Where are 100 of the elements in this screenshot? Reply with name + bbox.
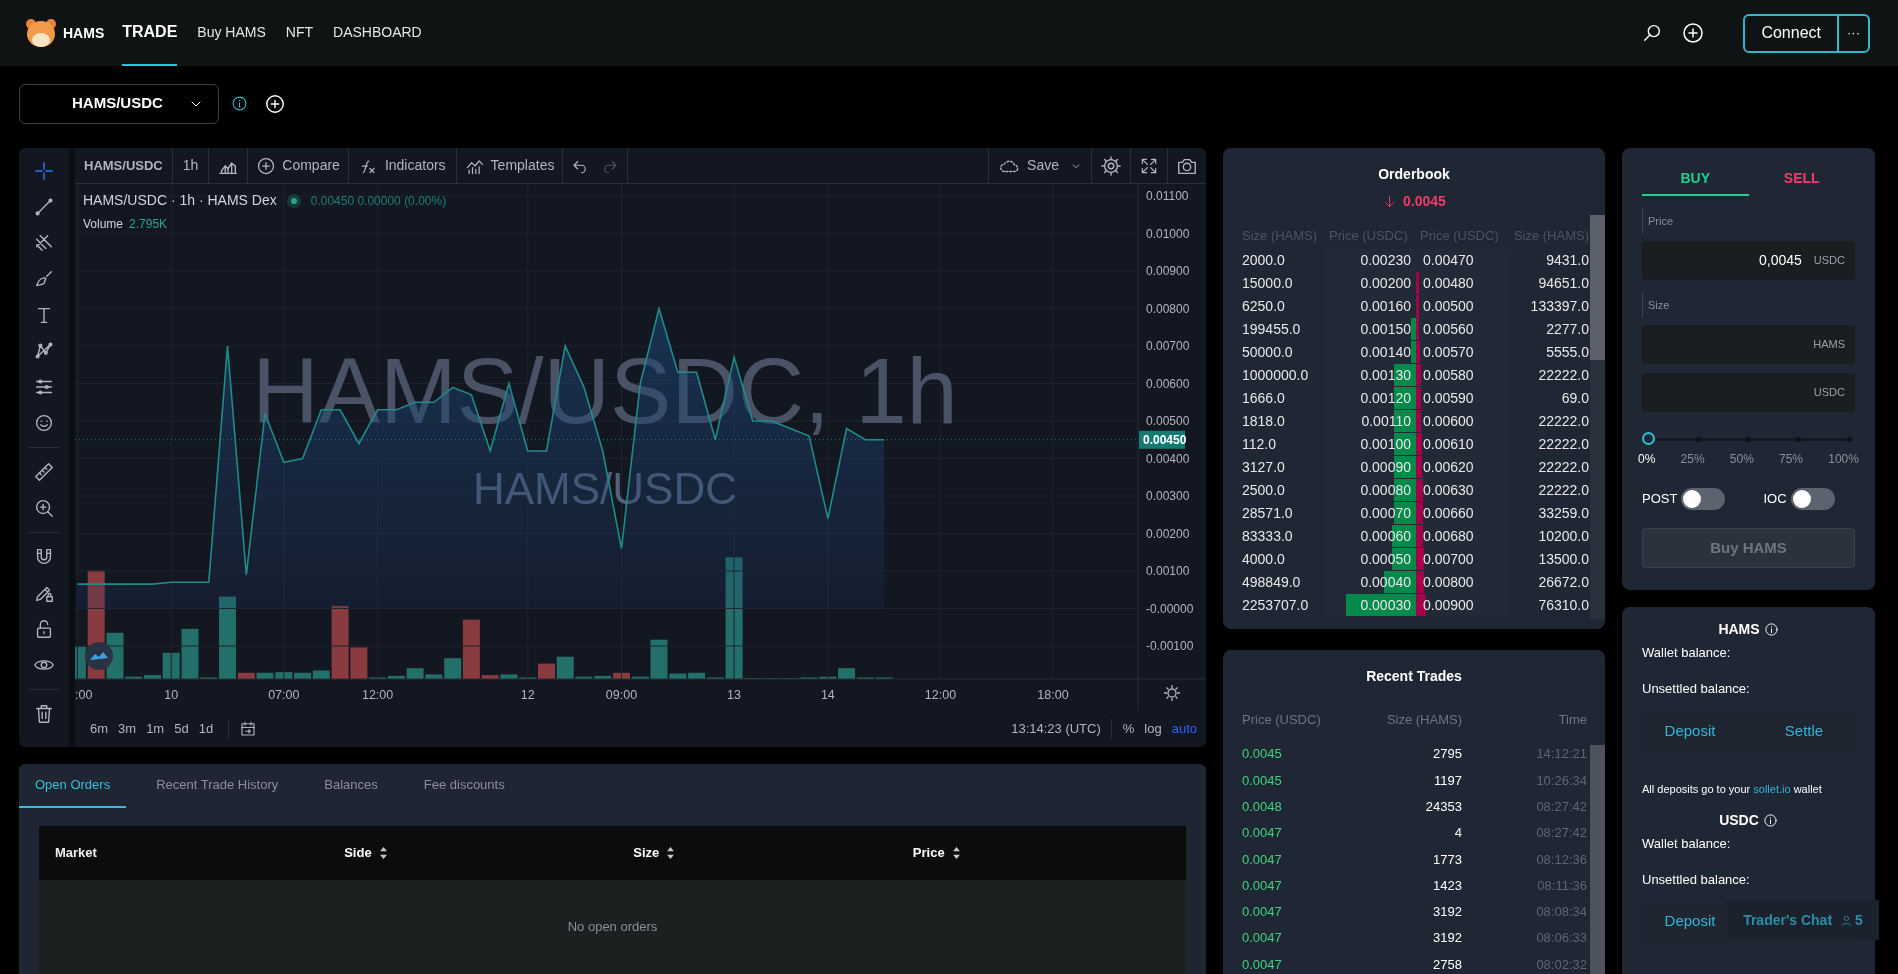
table-cell-text: 2500.0 <box>1242 481 1286 500</box>
range-button[interactable]: 1m <box>141 718 170 739</box>
column-header: Price (USDC) <box>1242 711 1322 730</box>
table-cell-text: 28571.0 <box>1242 504 1294 523</box>
table-cell-text: 22222.0 <box>1537 481 1589 500</box>
tab[interactable]: SELL <box>1748 162 1855 196</box>
toggle-switch[interactable] <box>1790 488 1835 510</box>
info-icon[interactable] <box>1762 812 1778 828</box>
user-icon <box>1840 913 1854 927</box>
wallet-balance-label: Wallet balance: <box>1642 645 1731 660</box>
total-field[interactable]: USDC <box>1642 373 1855 412</box>
balance-action-button[interactable]: Deposit <box>1653 709 1727 753</box>
slider-thumb[interactable] <box>1642 432 1655 445</box>
table-cell-text: 22222.0 <box>1537 458 1589 477</box>
chart-logo-icon[interactable] <box>85 642 113 670</box>
table-cell-text: 08:11:36 <box>1536 876 1587 895</box>
table-cell-text: 3192 <box>1432 903 1462 922</box>
save-button[interactable]: Save <box>989 154 1091 177</box>
interval-button[interactable]: 1h <box>172 155 209 176</box>
column-header[interactable]: Size <box>633 843 660 863</box>
last-price-label: 0.00450 <box>1139 430 1187 449</box>
connect-button[interactable]: Connect <box>1745 15 1837 51</box>
nav-link[interactable]: NFT <box>285 0 314 66</box>
wallet-link[interactable]: sollet.io <box>1753 783 1791 795</box>
market-selector[interactable]: HAMS/USDC <box>19 83 219 124</box>
table-cell-text: 83333.0 <box>1242 527 1294 546</box>
table-cell-text: 0.00230 <box>1360 251 1411 270</box>
traders-chat-button[interactable]: Trader's Chat 5 <box>1727 900 1879 940</box>
volume-value: 2.795K <box>129 216 168 233</box>
table-cell-text: 0.00080 <box>1360 481 1411 500</box>
table-cell-text: 10200.0 <box>1537 527 1589 546</box>
symbol-button[interactable]: HAMS/USDC <box>75 155 172 176</box>
table-cell-text: 22222.0 <box>1537 412 1589 431</box>
table-cell-text: 1818.0 <box>1242 412 1286 431</box>
calendar-icon[interactable] <box>239 719 258 738</box>
compare-button[interactable]: Compare <box>248 155 348 176</box>
table-cell-text: 3127.0 <box>1242 458 1286 477</box>
unsettled-balance-label: Unsettled balance: <box>1642 871 1750 887</box>
table-cell-text: 112.0 <box>1242 435 1277 454</box>
range-button[interactable]: 1d <box>193 718 219 739</box>
animal-head-icon[interactable] <box>24 16 58 50</box>
brand-name[interactable]: HAMS <box>63 22 105 44</box>
info-icon[interactable] <box>1763 622 1779 637</box>
axis-tick-label: -0.00000 <box>1146 601 1194 616</box>
column-header[interactable]: Side <box>344 843 372 863</box>
price-field[interactable]: 0,0045 USDC <box>1642 241 1855 280</box>
axis-tick-label: 0.01100 <box>1146 189 1189 203</box>
more-button[interactable]: ··· <box>1837 15 1868 51</box>
table-cell-text: 0.00070 <box>1360 504 1411 523</box>
legend-values: 0.00450 0.00000 (0.00%) <box>310 192 447 210</box>
range-button[interactable]: 6m <box>85 718 114 739</box>
table-cell-text: 0.00120 <box>1360 389 1411 408</box>
add-circle-icon[interactable] <box>264 92 286 115</box>
tab[interactable]: Open Orders <box>19 764 127 808</box>
sort-icon[interactable] <box>666 847 676 859</box>
templates-button[interactable]: Templates <box>456 155 563 176</box>
info-icon[interactable] <box>231 95 248 112</box>
panel-title: Orderbook <box>1378 165 1450 184</box>
table-cell-text: 0.00040 <box>1360 573 1411 592</box>
nav-link[interactable]: DASHBOARD <box>333 0 422 66</box>
add-circle-icon <box>256 155 277 176</box>
table-cell-text: 08:12:36 <box>1535 850 1587 869</box>
pitchfork-icon <box>33 232 55 254</box>
table-cell-text: 1197 <box>1433 771 1462 790</box>
size-field[interactable]: HAMS <box>1642 325 1855 364</box>
range-button[interactable]: 5d <box>169 718 194 739</box>
slider-mark-label: 50% <box>1729 451 1754 468</box>
currency-title: HAMS <box>1718 620 1760 639</box>
tab[interactable]: Recent Trade History <box>140 764 295 808</box>
scale-button[interactable]: % <box>1117 718 1140 739</box>
nav-link[interactable]: TRADE <box>122 0 178 66</box>
axis-tick-label: 12:00 <box>924 688 957 702</box>
tab[interactable]: Fee discounts <box>407 764 521 808</box>
column-header: Time <box>1557 711 1587 730</box>
settings-icon[interactable] <box>1163 684 1181 702</box>
add-circle-icon[interactable] <box>1681 21 1706 45</box>
table-cell-text: 24353 <box>1424 798 1462 816</box>
scrollbar-thumb[interactable] <box>1590 745 1605 974</box>
tab[interactable]: Balances <box>308 764 394 808</box>
tab[interactable]: BUY <box>1642 162 1749 196</box>
sort-icon[interactable] <box>378 847 388 859</box>
table-cell-text: 0.00110 <box>1361 412 1411 431</box>
column-header[interactable]: Price <box>912 843 945 863</box>
scrollbar-thumb[interactable] <box>1590 215 1605 360</box>
table-cell-text: 33259.0 <box>1537 504 1589 523</box>
settings-icon[interactable] <box>1100 154 1122 177</box>
balance-action-button[interactable]: Deposit <box>1653 899 1727 944</box>
toggle-switch[interactable] <box>1681 488 1726 510</box>
nav-link[interactable]: Buy HAMS <box>197 0 266 66</box>
range-button[interactable]: 3m <box>113 718 142 739</box>
indicators-button[interactable]: Indicators <box>348 155 456 176</box>
balance-action-button[interactable]: Settle <box>1767 709 1841 753</box>
trade-price: 0.0045 <box>1242 745 1283 764</box>
table-cell-text: 2277.0 <box>1545 320 1589 339</box>
scale-button[interactable]: log <box>1139 718 1167 739</box>
axis-tick-label: 18:00 <box>1037 688 1069 702</box>
axis-tick-label: 0.00200 <box>1146 526 1190 541</box>
sort-icon[interactable] <box>951 847 961 859</box>
table-cell-text: 08:06:33 <box>1535 929 1587 948</box>
scale-button[interactable]: auto <box>1166 718 1202 739</box>
